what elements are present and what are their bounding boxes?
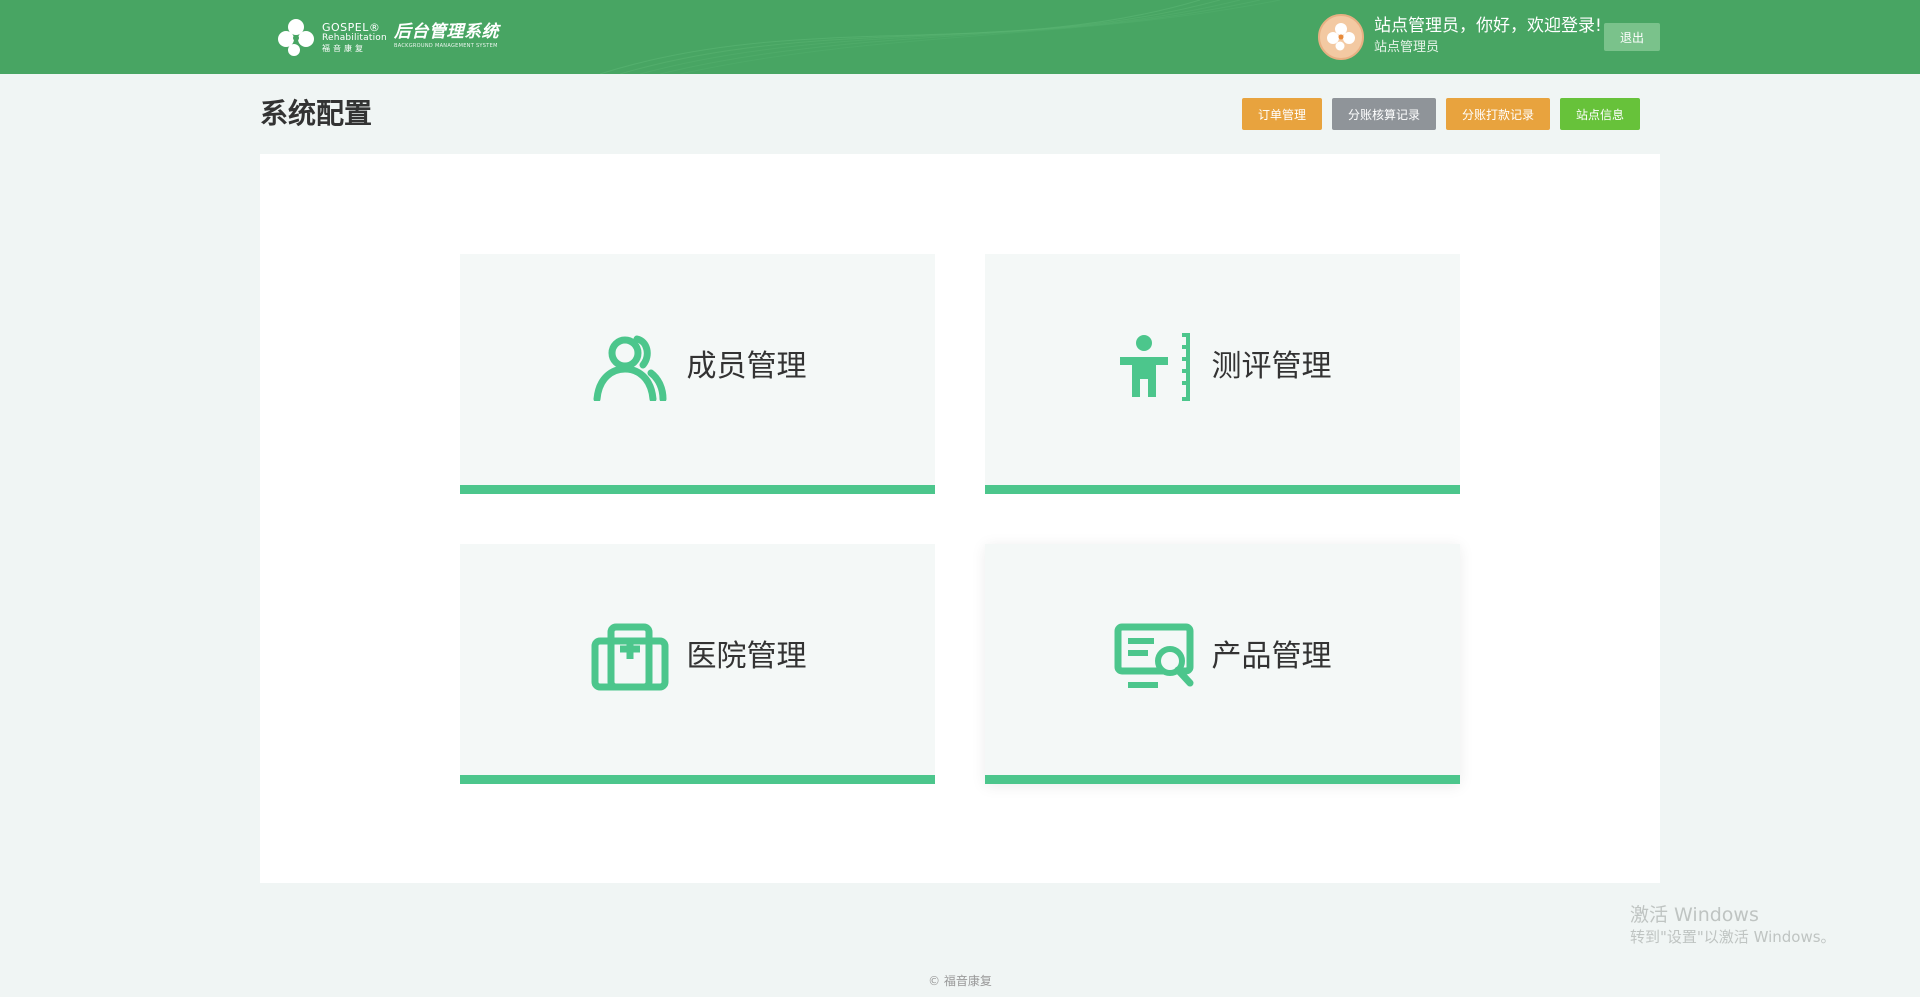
windows-activation-watermark: 激活 Windows 转到"设置"以激活 Windows。	[1630, 903, 1836, 947]
footer-copyright: © 福音康复	[928, 974, 992, 988]
system-title: 后台管理系统 BACKGROUND MANAGEMENT SYSTEM	[394, 24, 499, 49]
user-greeting: 站点管理员，你好，欢迎登录!	[1374, 16, 1602, 36]
site-info-button[interactable]: 站点信息	[1560, 98, 1640, 130]
logo-en-line1: GOSPEL®	[322, 20, 381, 34]
card-label: 测评管理	[1211, 348, 1332, 384]
page-title: 系统配置	[260, 97, 373, 130]
assessment-card[interactable]: 测评管理	[985, 254, 1460, 494]
hospital-card[interactable]: 医院管理	[460, 544, 935, 784]
audit-records-button[interactable]: 分账核算记录	[1332, 98, 1436, 130]
watermark-line2: 转到"设置"以激活 Windows。	[1630, 927, 1836, 946]
action-toolbar: 订单管理 分账核算记录 分账打款记录 站点信息	[1242, 98, 1640, 130]
hospital-icon	[591, 623, 668, 690]
product-card[interactable]: 产品管理	[985, 544, 1460, 784]
orders-button[interactable]: 订单管理	[1242, 98, 1322, 130]
watermark-line1: 激活 Windows	[1630, 904, 1759, 926]
card-label: 产品管理	[1211, 638, 1332, 674]
members-icon	[593, 335, 666, 401]
clover-logo-icon	[278, 19, 314, 56]
logo-cn-line: 福音康复	[322, 43, 366, 53]
logout-button[interactable]: 退出	[1604, 23, 1660, 51]
logo-en-line2: Rehabilitation	[322, 32, 387, 43]
members-card[interactable]: 成员管理	[460, 254, 935, 494]
user-role: 站点管理员	[1374, 40, 1440, 55]
system-title-en: BACKGROUND MANAGEMENT SYSTEM	[394, 43, 498, 49]
product-search-icon	[1114, 623, 1193, 688]
system-title-cn: 后台管理系统	[394, 22, 499, 42]
avatar-clover-icon	[1327, 23, 1355, 51]
user-avatar[interactable]	[1318, 14, 1364, 60]
logo-text: GOSPEL® Rehabilitation 福音康复	[322, 22, 387, 53]
payout-records-button[interactable]: 分账打款记录	[1446, 98, 1550, 130]
config-panel: 成员管理 测评管理 医院管理 产品管理	[260, 154, 1660, 883]
card-label: 成员管理	[686, 348, 807, 384]
brand-logo[interactable]: GOSPEL® Rehabilitation 福音康复	[274, 10, 387, 64]
assessment-icon	[1119, 332, 1190, 401]
top-header: GOSPEL® Rehabilitation 福音康复 后台管理系统 BACKG…	[0, 0, 1920, 74]
card-label: 医院管理	[686, 638, 807, 674]
